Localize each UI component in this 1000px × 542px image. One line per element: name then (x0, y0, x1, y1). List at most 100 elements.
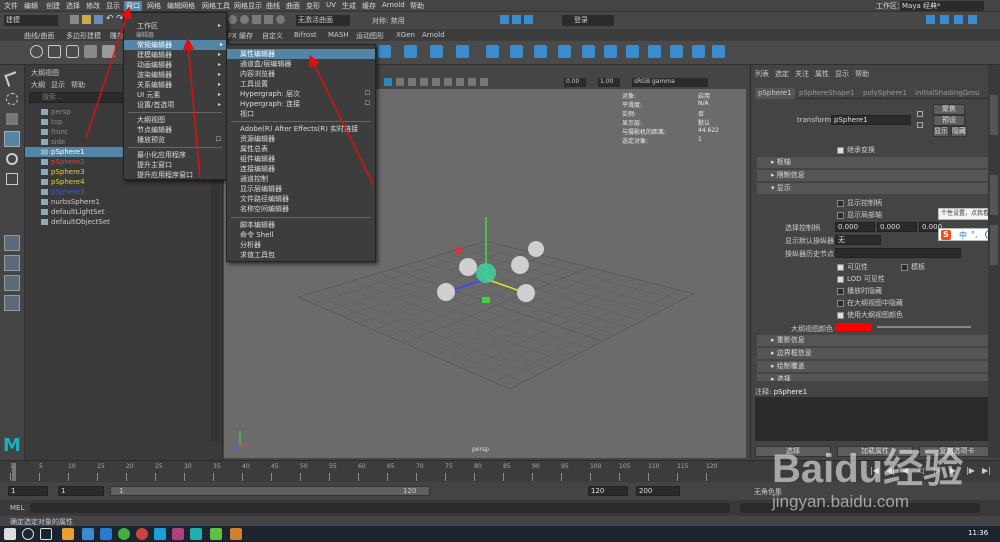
tool-settings-icon[interactable] (954, 15, 963, 24)
attribute-editor-tab[interactable] (990, 175, 998, 215)
submenu-display-layer-editor[interactable]: 显示层编辑器 (227, 184, 373, 194)
ae-menu-show[interactable]: 显示 (835, 69, 849, 79)
outliner-menu-help[interactable]: 帮助 (71, 80, 85, 90)
menu-create[interactable]: 创建 (46, 1, 60, 11)
snap-surface-icon[interactable] (276, 15, 285, 24)
step-forward-key-icon[interactable]: |▶ (966, 466, 975, 475)
submenu-profiler[interactable]: 分析器 (227, 240, 373, 250)
chrome-icon[interactable] (118, 528, 130, 540)
submenu-content-browser[interactable]: 内容浏览器 (227, 69, 373, 79)
open-scene-icon[interactable] (82, 15, 91, 24)
window-menu-ui-elements[interactable]: UI 元素 ▸ (124, 90, 224, 100)
ae-menu-focus[interactable]: 关注 (795, 69, 809, 79)
mirror-icon[interactable] (534, 45, 547, 58)
menu-arnold[interactable]: Arnold (382, 1, 405, 9)
poly-count-icon[interactable] (670, 45, 683, 58)
menu-curves[interactable]: 曲线 (266, 1, 280, 11)
ae-section-draw-override[interactable]: ▸ 绘制覆盖 (757, 361, 993, 372)
ae-select-handle-x[interactable]: 0.000 (835, 222, 875, 232)
ae-display-local-axis[interactable]: 显示局部轴 (837, 210, 882, 220)
save-scene-icon[interactable] (94, 15, 103, 24)
grid-toggle-icon[interactable] (468, 78, 476, 86)
window-menu-rendering-editors[interactable]: 渲染编辑器 ▸ (124, 70, 224, 80)
ae-menu-help[interactable]: 帮助 (855, 69, 869, 79)
ep-curve-icon[interactable] (84, 45, 97, 58)
menu-deform[interactable]: 变形 (306, 1, 320, 11)
submenu-script-editor[interactable]: 脚本编辑器 (227, 220, 373, 230)
menu-help[interactable]: 帮助 (410, 1, 424, 11)
snap-grid-icon[interactable] (228, 15, 237, 24)
uv-editor-icon[interactable] (582, 45, 595, 58)
step-forward-icon[interactable]: ▶ (950, 466, 956, 475)
submenu-connection-editor[interactable]: 连接编辑器 (227, 164, 373, 174)
window-menu-node-editor[interactable]: 节点编辑器 (124, 125, 224, 135)
shelf-tab-curves[interactable]: 曲线/曲面 (24, 31, 54, 41)
render-icon[interactable] (500, 15, 509, 24)
file-explorer-icon[interactable] (62, 528, 74, 540)
persp-graph-icon[interactable] (4, 295, 20, 311)
submenu-attribute-spreadsheet[interactable]: 属性总表 (227, 144, 373, 154)
ae-outliner-color-swatch[interactable] (835, 323, 871, 331)
single-view-icon[interactable] (4, 235, 20, 251)
rotate-tool-icon[interactable] (6, 153, 18, 165)
quad-draw-icon[interactable] (648, 45, 661, 58)
smooth-icon[interactable] (558, 45, 571, 58)
paint-select-icon[interactable] (6, 113, 18, 125)
mode-dropdown[interactable]: 建模 (4, 15, 58, 26)
shelf-tab-poly[interactable]: 多边形建模 (66, 31, 101, 41)
menu-display[interactable]: 显示 (106, 1, 120, 11)
submenu-namespace-editor[interactable]: 名称空间编辑器 (227, 204, 373, 214)
submenu-viewport[interactable]: 视口 (227, 109, 373, 119)
shelf-tab-mash[interactable]: MASH (328, 31, 349, 39)
ae-show-button[interactable]: 显示 (933, 126, 949, 137)
ae-section-display[interactable]: ▾ 显示 (757, 183, 993, 194)
channel-box-tab[interactable] (990, 95, 998, 135)
ipr-render-icon[interactable] (512, 15, 521, 24)
submenu-channel-control[interactable]: 通道控制 (227, 174, 373, 184)
submenu-evaluation-toolkit[interactable]: 求值工具包 (227, 250, 373, 260)
ae-copy-tab-button[interactable]: 复制选项卡 (919, 446, 995, 457)
workspace-dropdown[interactable]: Maya 经典* (900, 1, 984, 11)
ae-go-output-icon[interactable] (917, 122, 923, 128)
animation-end-field[interactable]: 200 (636, 486, 680, 496)
play-forward-icon[interactable]: ▷ (934, 466, 940, 475)
ae-go-input-icon[interactable] (917, 111, 923, 117)
menu-uv[interactable]: UV (326, 1, 336, 9)
submenu-hypergraph-connections[interactable]: Hypergraph: 连接 ☐ (227, 99, 373, 109)
browser-icon[interactable] (136, 528, 148, 540)
submenu-component-editor[interactable]: 组件编辑器 (227, 154, 373, 164)
lasso-tool-icon[interactable] (6, 93, 18, 105)
textured-icon[interactable] (408, 78, 416, 86)
ae-display-handle[interactable]: 显示控制柄 (837, 198, 882, 208)
ae-inherit-transform[interactable]: 继承变换 (837, 145, 875, 155)
maya-taskbar-icon[interactable] (190, 528, 202, 540)
symmetry-dropdown[interactable]: 对称: 禁用 (372, 16, 405, 26)
snap-curve-icon[interactable] (240, 15, 249, 24)
submenu-asset-editor[interactable]: 资源编辑器 (227, 134, 373, 144)
multi-cut-icon[interactable] (604, 45, 617, 58)
taskbar-app-icon[interactable] (82, 528, 94, 540)
move-tool-icon[interactable] (4, 131, 20, 147)
outliner-menu-display[interactable]: 显示 (51, 80, 65, 90)
menu-mesh-display[interactable]: 网格显示 (234, 1, 262, 11)
shelf-tab-motion-graphics[interactable]: 运动图形 (356, 31, 384, 41)
ae-use-outliner-color[interactable]: 使用大纲视图颜色 (837, 310, 903, 320)
bridge-icon[interactable] (404, 45, 417, 58)
window-menu-animation-editors[interactable]: 动画编辑器 ▸ (124, 60, 224, 70)
new-scene-icon[interactable] (70, 15, 79, 24)
window-menu-relationship-editors[interactable]: 关系编辑器 ▸ (124, 80, 224, 90)
current-time-indicator[interactable] (12, 463, 16, 481)
submenu-file-path-editor[interactable]: 文件路径编辑器 (227, 194, 373, 204)
select-tool-icon[interactable] (4, 71, 20, 87)
menu-mesh-tools[interactable]: 网格工具 (202, 1, 230, 11)
window-menu-minimize-app[interactable]: 最小化应用程序 (124, 150, 224, 160)
submenu-hypergraph-hierarchy[interactable]: Hypergraph: 层次 ☐ (227, 89, 373, 99)
ae-select-button[interactable]: 选择 (755, 446, 831, 457)
merge-icon[interactable] (486, 45, 499, 58)
color-space-dropdown[interactable]: sRGB gamma (632, 78, 708, 87)
menu-window[interactable]: 窗口 (124, 1, 142, 11)
submenu-channel-box[interactable]: 通道盒/层编辑器 (227, 59, 373, 69)
submenu-command-shell[interactable]: 命令 Shell (227, 230, 373, 240)
tool-settings-tab[interactable] (990, 225, 998, 265)
isolate-icon[interactable] (444, 78, 452, 86)
